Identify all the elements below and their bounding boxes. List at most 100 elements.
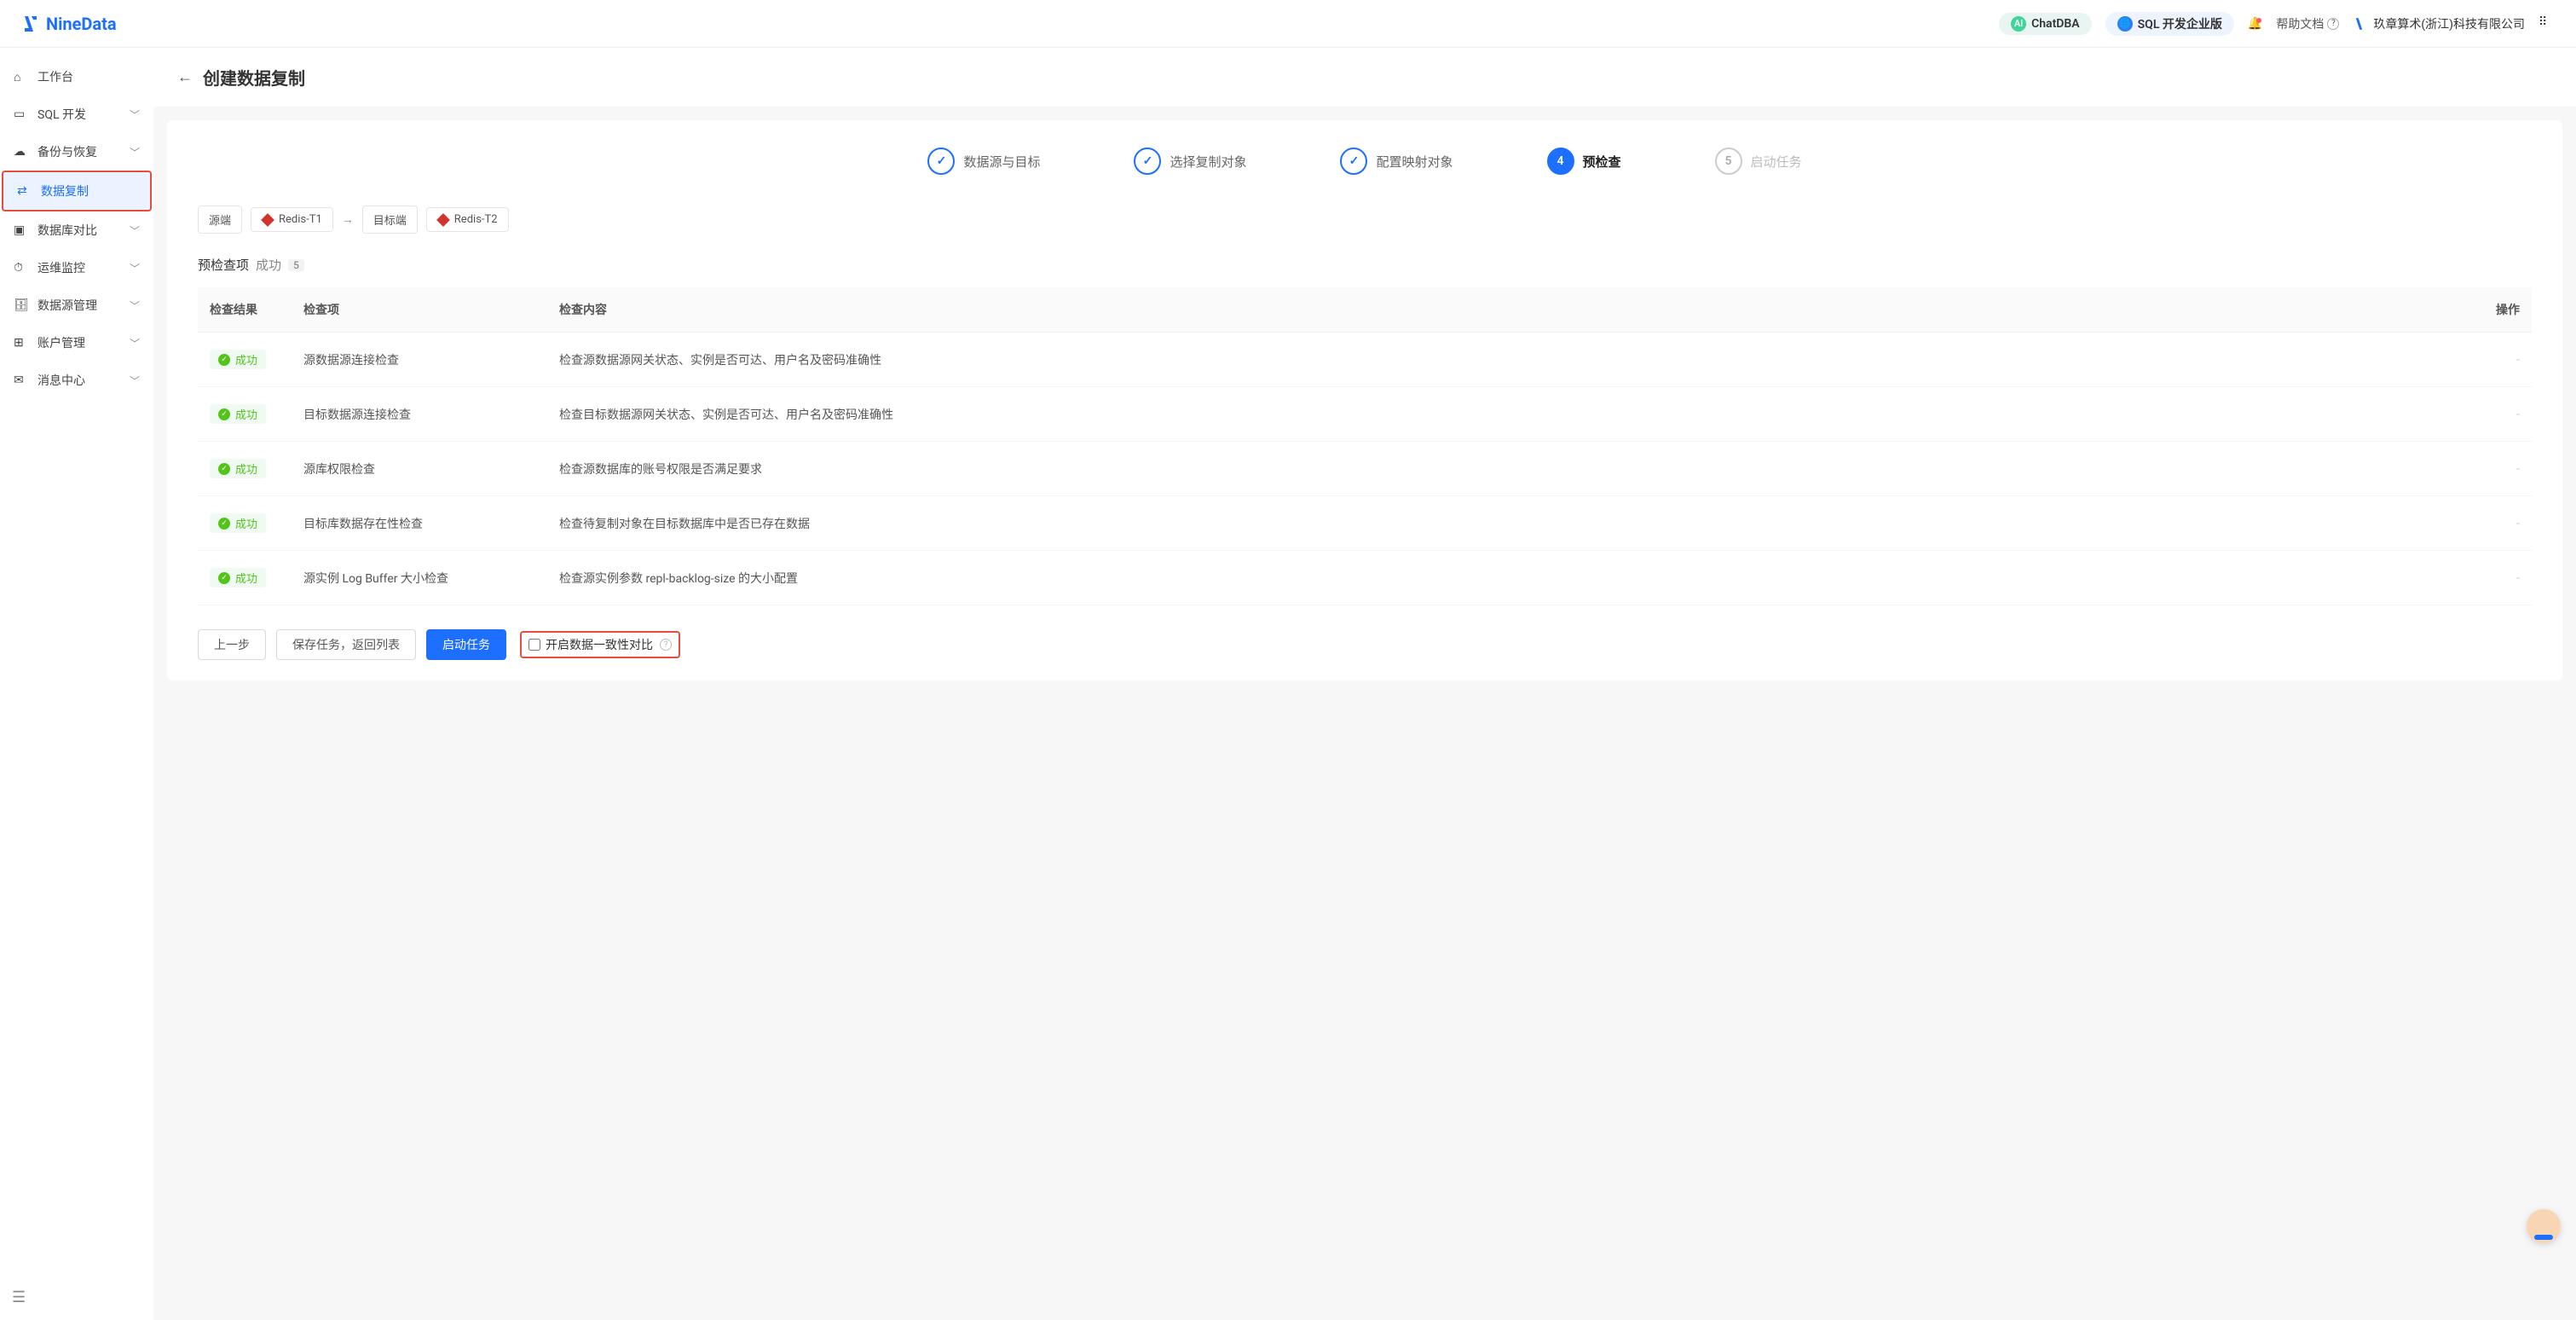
company-switch[interactable]: 玖章算术(浙江)科技有限公司 xyxy=(2353,15,2525,32)
success-badge: 成功 xyxy=(210,568,266,588)
col-content: 检查内容 xyxy=(547,287,2446,333)
precheck-count: 5 xyxy=(288,259,304,271)
brand-logo[interactable]: NineData xyxy=(20,14,117,34)
step-label: 预检查 xyxy=(1583,153,1621,171)
check-content: 检查源数据源网关状态、实例是否可达、用户名及密码准确性 xyxy=(547,333,2446,387)
sidebar-item-messages[interactable]: ✉消息中心﹀ xyxy=(0,362,153,399)
sidebar-collapse-icon[interactable]: ☰ xyxy=(12,1288,26,1306)
step-mapping[interactable]: ✓ 配置映射对象 xyxy=(1340,148,1453,175)
enable-compare-checkbox-wrap[interactable]: 开启数据一致性对比 ? xyxy=(520,631,680,658)
sidebar-item-label: 工作台 xyxy=(38,68,73,85)
table-row: 成功目标库数据存在性检查检查待复制对象在目标数据库中是否已存在数据- xyxy=(198,496,2532,551)
check-content: 检查源数据库的账号权限是否满足要求 xyxy=(547,442,2446,496)
chevron-down-icon: ﹀ xyxy=(130,336,140,350)
step-precheck[interactable]: 4 预检查 xyxy=(1547,148,1621,175)
help-icon[interactable]: ? xyxy=(660,639,672,651)
enable-compare-checkbox[interactable] xyxy=(528,639,540,651)
success-badge: 成功 xyxy=(210,513,266,533)
sidebar-item-account[interactable]: ⊞账户管理﹀ xyxy=(0,324,153,362)
col-result: 检查结果 xyxy=(198,287,292,333)
step-source-target[interactable]: ✓ 数据源与目标 xyxy=(927,148,1040,175)
sidebar-item-ops[interactable]: ⏱运维监控﹀ xyxy=(0,249,153,287)
step-number: 4 xyxy=(1547,148,1574,175)
table-row: 成功目标数据源连接检查检查目标数据源网关状态、实例是否可达、用户名及密码准确性- xyxy=(198,387,2532,442)
check-item: 源实例 Log Buffer 大小检查 xyxy=(292,551,547,605)
chevron-down-icon: ﹀ xyxy=(130,145,140,159)
sidebar-item-label: 数据库对比 xyxy=(38,222,97,239)
source-value-chip[interactable]: Redis-T1 xyxy=(251,207,333,232)
step-label: 配置映射对象 xyxy=(1376,153,1453,171)
topbar-right: AI ChatDBA 🌐 SQL 开发企业版 🔔 帮助文档 ? 玖章算术(浙江)… xyxy=(1999,12,2556,36)
sidebar-item-backup[interactable]: ☁ 备份与恢复 ﹀ xyxy=(0,133,153,171)
language-icon[interactable]: ⠿ xyxy=(2538,15,2556,32)
step-number: 5 xyxy=(1715,148,1742,175)
sql-dev-label: SQL 开发企业版 xyxy=(2138,15,2222,32)
step-label: 启动任务 xyxy=(1751,153,1802,171)
target-value-chip[interactable]: Redis-T2 xyxy=(426,207,509,232)
chatdba-label: ChatDBA xyxy=(2031,17,2080,31)
chevron-down-icon: ﹀ xyxy=(130,223,140,238)
sidebar-item-datasource[interactable]: 🗄 数据源管理 ﹀ xyxy=(0,287,153,324)
home-icon: ⌂ xyxy=(14,70,27,84)
chatdba-pill[interactable]: AI ChatDBA xyxy=(1999,13,2092,35)
sidebar-item-label: 数据源管理 xyxy=(38,297,97,314)
step-start: 5 启动任务 xyxy=(1715,148,1802,175)
chevron-down-icon: ﹀ xyxy=(130,298,140,313)
check-item: 源数据源连接检查 xyxy=(292,333,547,387)
col-operation: 操作 xyxy=(2446,287,2532,333)
precheck-status: 成功 xyxy=(256,256,281,274)
row-op: - xyxy=(2446,551,2532,605)
sidebar-item-sql-dev[interactable]: ▭SQL 开发﹀ xyxy=(0,96,153,133)
page-title: 创建数据复制 xyxy=(203,65,305,90)
datasource-icon: 🗄 xyxy=(14,298,27,312)
prev-button[interactable]: 上一步 xyxy=(198,629,266,660)
save-return-button[interactable]: 保存任务，返回列表 xyxy=(276,629,416,660)
brand-icon xyxy=(20,14,41,34)
source-label-chip: 源端 xyxy=(198,206,242,234)
chevron-down-icon: ﹀ xyxy=(130,107,140,122)
check-item: 源库权限检查 xyxy=(292,442,547,496)
target-value: Redis-T2 xyxy=(454,213,498,226)
start-task-button[interactable]: 启动任务 xyxy=(426,629,506,660)
check-content: 检查目标数据源网关状态、实例是否可达、用户名及密码准确性 xyxy=(547,387,2446,442)
precheck-table: 检查结果 检查项 检查内容 操作 成功源数据源连接检查检查源数据源网关状态、实例… xyxy=(198,287,2532,605)
account-icon: ⊞ xyxy=(14,336,27,350)
sidebar-item-label: 运维监控 xyxy=(38,259,85,276)
chevron-down-icon: ﹀ xyxy=(130,261,140,275)
sidebar-item-db-compare[interactable]: ▣数据库对比﹀ xyxy=(0,211,153,249)
support-avatar-icon[interactable] xyxy=(2527,1209,2561,1243)
check-item: 目标库数据存在性检查 xyxy=(292,496,547,551)
check-icon: ✓ xyxy=(927,148,955,175)
step-select-objects[interactable]: ✓选择复制对象 xyxy=(1134,148,1246,175)
check-icon: ✓ xyxy=(1340,148,1367,175)
row-op: - xyxy=(2446,333,2532,387)
table-row: 成功源库权限检查检查源数据库的账号权限是否满足要求- xyxy=(198,442,2532,496)
company-icon xyxy=(2353,16,2368,32)
sidebar-item-label: 数据复制 xyxy=(41,182,89,200)
terminal-icon: ▭ xyxy=(14,107,27,121)
enable-compare-label: 开启数据一致性对比 xyxy=(546,636,653,653)
sidebar-item-workbench[interactable]: ⌂ 工作台 xyxy=(0,58,153,96)
sidebar-item-data-replication[interactable]: ⇄数据复制 xyxy=(2,171,152,211)
sidebar-item-label: 消息中心 xyxy=(38,372,85,389)
wizard-steps: ✓ 数据源与目标 ✓选择复制对象 ✓ 配置映射对象 4 预检查 5 启动任务 xyxy=(167,120,2562,199)
back-arrow-icon[interactable]: ← xyxy=(177,68,193,86)
notification-bell-icon[interactable]: 🔔 xyxy=(2248,17,2262,31)
check-content: 检查源实例参数 repl-backlog-size 的大小配置 xyxy=(547,551,2446,605)
row-op: - xyxy=(2446,387,2532,442)
row-op: - xyxy=(2446,442,2532,496)
globe-icon: 🌐 xyxy=(2117,16,2133,32)
mail-icon: ✉ xyxy=(14,373,27,387)
table-row: 成功 源实例 Log Buffer 大小检查检查源实例参数 repl-backlo… xyxy=(198,551,2532,605)
topbar: NineData AI ChatDBA 🌐 SQL 开发企业版 🔔 帮助文档 ?… xyxy=(0,0,2576,48)
help-link[interactable]: 帮助文档 ? xyxy=(2276,15,2339,32)
step-label: 数据源与目标 xyxy=(963,153,1040,171)
source-value: Redis-T1 xyxy=(279,213,322,226)
sql-dev-pill[interactable]: 🌐 SQL 开发企业版 xyxy=(2105,12,2234,36)
table-row: 成功 源数据源连接检查检查源数据源网关状态、实例是否可达、用户名及密码准确性- xyxy=(198,333,2532,387)
ai-badge: AI xyxy=(2011,16,2026,32)
backup-icon: ☁ xyxy=(14,145,27,159)
sidebar-item-label: 备份与恢复 xyxy=(38,143,97,160)
success-badge: 成功 xyxy=(210,350,266,369)
row-op: - xyxy=(2446,496,2532,551)
